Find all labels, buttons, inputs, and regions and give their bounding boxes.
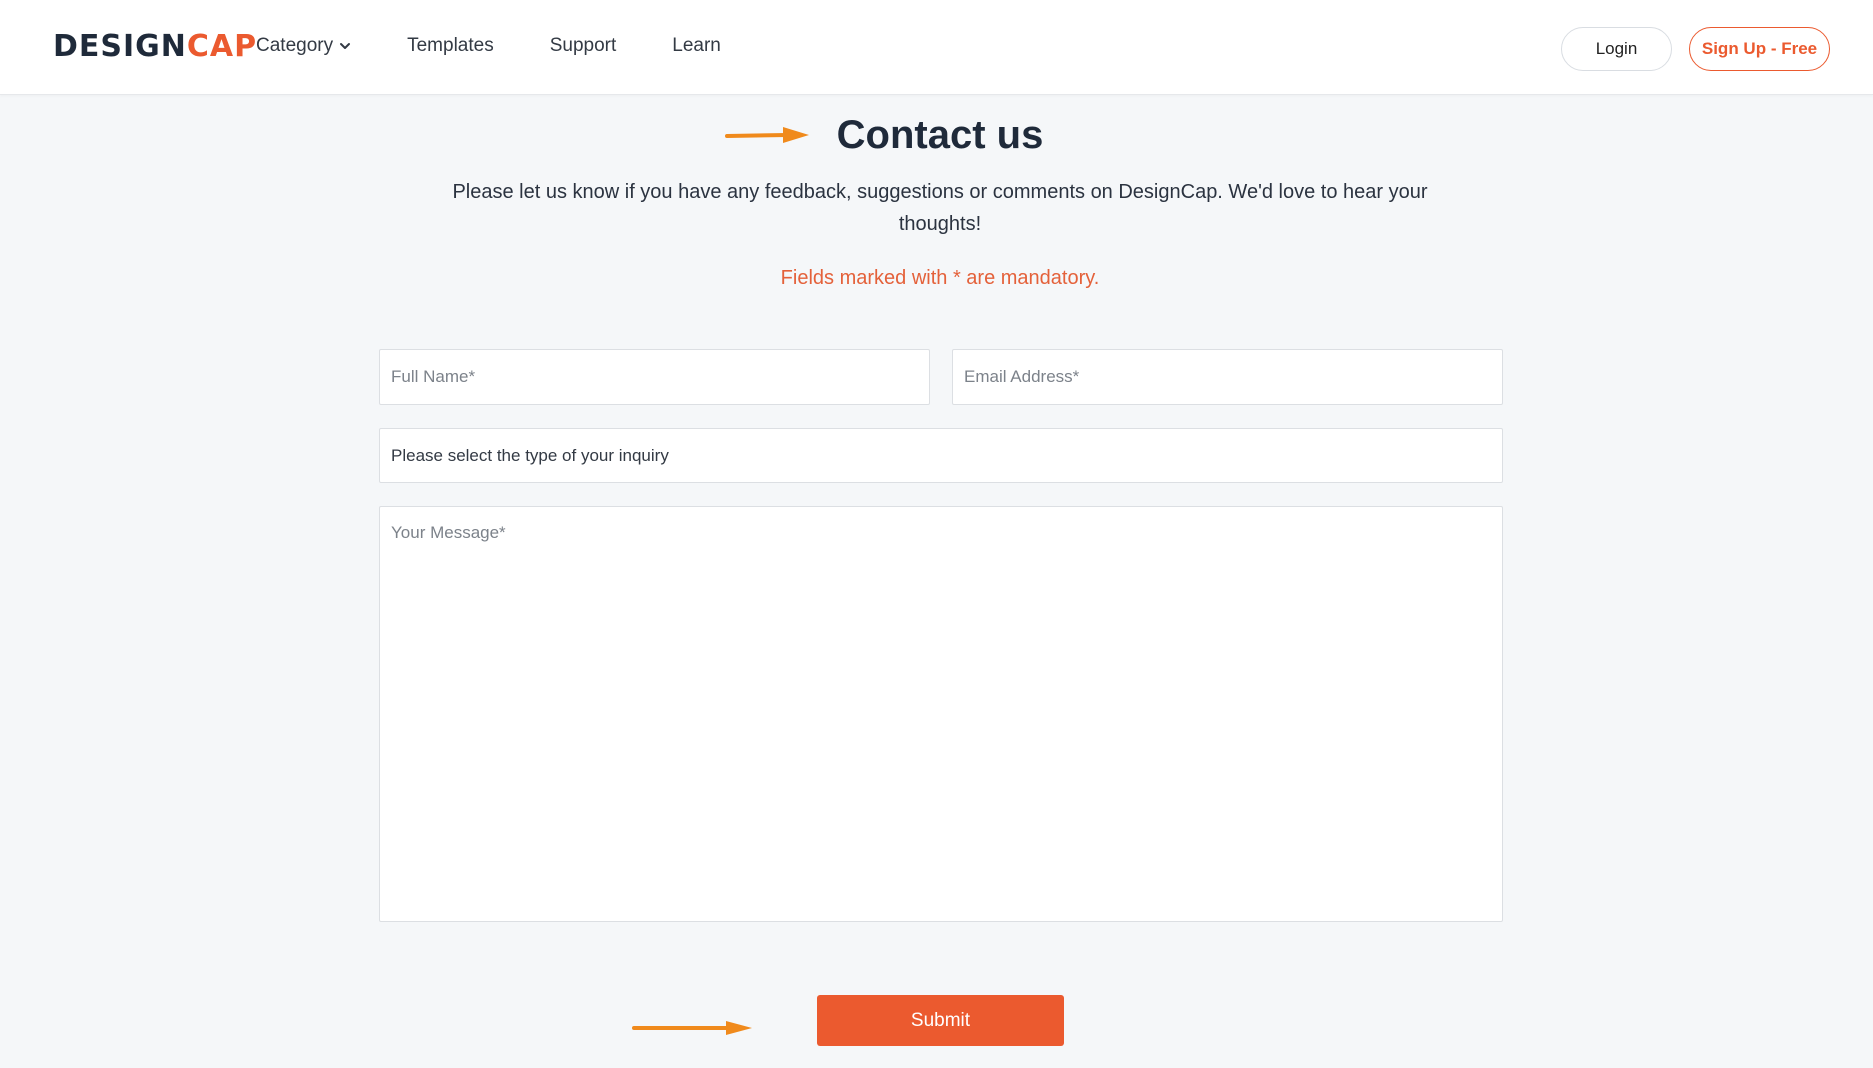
page-description: Please let us know if you have any feedb… <box>452 181 1428 235</box>
message-textarea[interactable] <box>379 506 1503 922</box>
mandatory-fields-note: Fields marked with * are mandatory. <box>780 267 1100 289</box>
chevron-down-icon <box>340 43 351 49</box>
email-input[interactable] <box>952 349 1503 405</box>
login-button[interactable]: Login <box>1561 27 1672 71</box>
signup-button[interactable]: Sign Up - Free <box>1689 27 1830 71</box>
designcap-logo[interactable]: DESIGNCAP <box>53 30 257 64</box>
logo-text-cap: CAP <box>186 29 258 64</box>
nav-item-templates[interactable]: Templates <box>407 33 494 59</box>
nav-item-learn[interactable]: Learn <box>672 33 721 59</box>
site-header: DESIGNCAP Category Templates Support Lea… <box>0 0 1873 95</box>
nav-item-support[interactable]: Support <box>550 33 617 59</box>
nav-item-category[interactable]: Category <box>256 33 351 59</box>
inquiry-type-select[interactable]: Please select the type of your inquiry <box>379 428 1503 483</box>
logo-text-design: DESIGN <box>53 29 187 64</box>
arrow-right-icon <box>632 1021 752 1035</box>
page-title: Contact us <box>836 113 1044 157</box>
full-name-input[interactable] <box>379 349 930 405</box>
nav-item-category-label: Category <box>256 35 334 56</box>
inquiry-type-select-value: Please select the type of your inquiry <box>391 445 669 465</box>
submit-button[interactable]: Submit <box>817 995 1064 1046</box>
main-nav: Category Templates Support Learn <box>256 33 721 59</box>
